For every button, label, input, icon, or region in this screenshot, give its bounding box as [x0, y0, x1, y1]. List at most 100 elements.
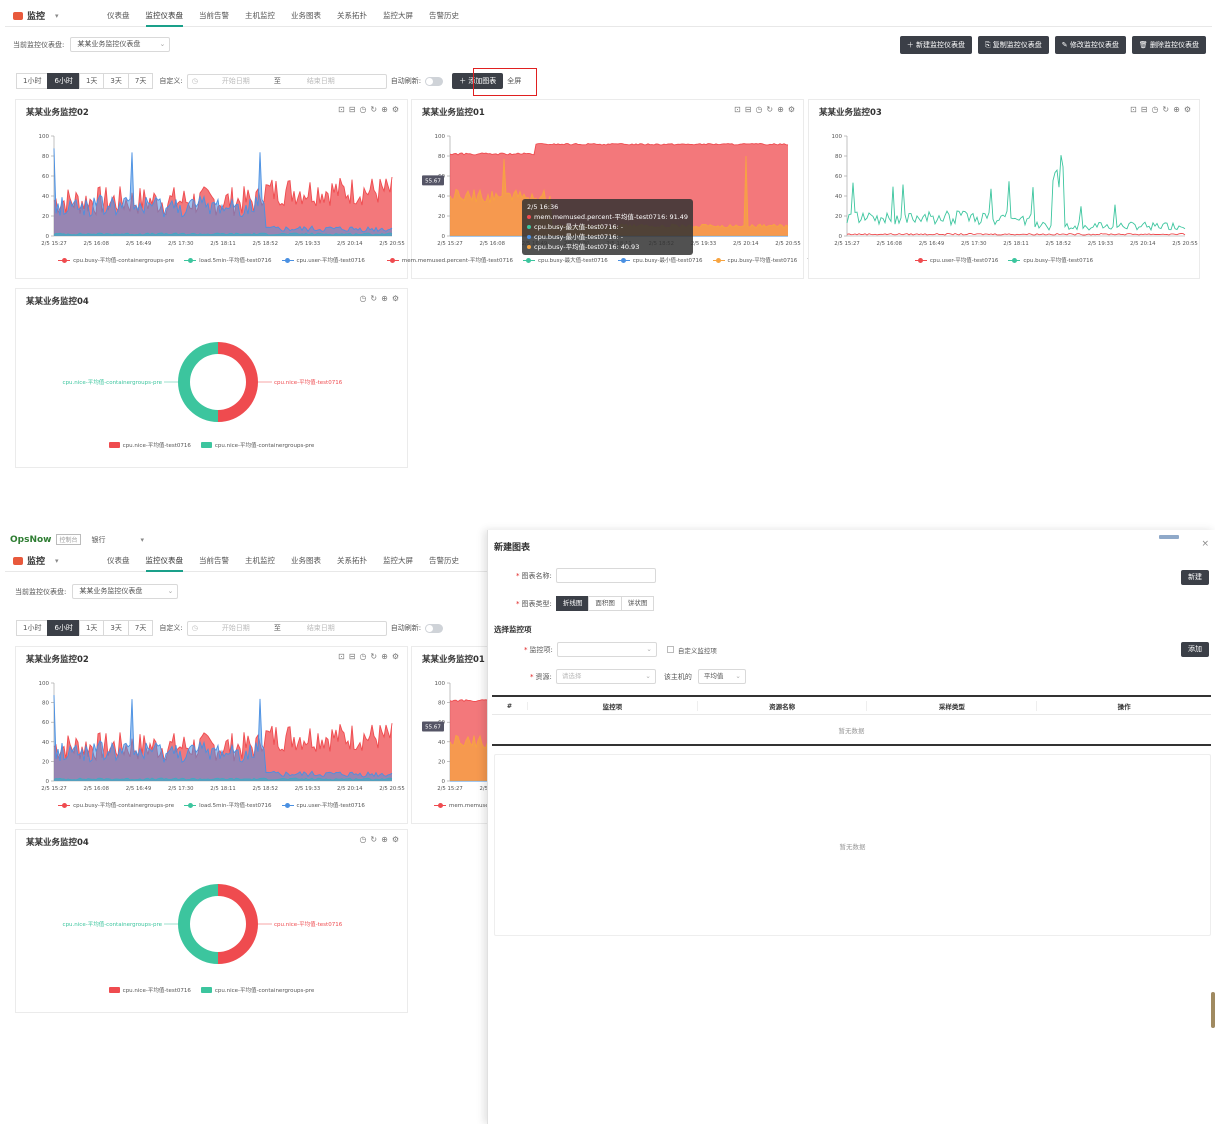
end-date[interactable]: 结束日期	[307, 76, 335, 86]
aggregate-select[interactable]: 平均值 ⌄	[697, 669, 746, 684]
type-line[interactable]: 折线图	[555, 596, 590, 611]
range-3d[interactable]: 3天	[103, 73, 129, 89]
donut-slice	[218, 342, 258, 422]
legend-label: cpu.nice-平均值-test0716	[122, 988, 191, 994]
start-date[interactable]: 开始日期	[222, 623, 250, 633]
delete-dashboard-button[interactable]: 🗑 删除监控仪表盘	[1131, 36, 1206, 54]
side-handle[interactable]	[1211, 992, 1215, 1028]
brand-logo: OpsNow	[10, 534, 52, 545]
nav-big-screen[interactable]: 监控大屏	[383, 550, 413, 572]
range-1d[interactable]: 1天	[78, 73, 105, 89]
metric-select[interactable]: ⌄	[556, 642, 657, 657]
nav-host-monitor[interactable]: 主机监控	[245, 5, 275, 27]
nav-host-monitor[interactable]: 主机监控	[245, 550, 275, 572]
y-tick-label: 100	[39, 134, 50, 140]
dashboard-select-value: 某某业务监控仪表盘	[79, 587, 143, 595]
new-dashboard-button[interactable]: ＋ 新建监控仪表盘	[899, 36, 972, 54]
edit-dashboard-button[interactable]: ✎ 修改监控仪表盘	[1054, 36, 1126, 54]
add-metric-button[interactable]: 添加	[1181, 642, 1209, 657]
chart-04-legend: cpu.nice-平均值-test0716 cpu.nice-平均值-contai…	[16, 441, 407, 449]
nav-big-screen[interactable]: 监控大屏	[383, 5, 413, 27]
legend-item[interactable]: cpu.user-平均值-test0716	[281, 256, 365, 264]
legend-item[interactable]: mem.memused.percent-平均值-test0716	[386, 256, 513, 264]
legend-item[interactable]: cpu.busy-平均值-test0716	[712, 256, 797, 264]
slice-label: cpu.nice-平均值-containergroups-pre	[63, 378, 163, 386]
copy-dashboard-button[interactable]: ⎘ 复制监控仪表盘	[977, 36, 1049, 54]
legend-item[interactable]: cpu.busy-平均值-test0716	[1008, 256, 1093, 264]
range-7d[interactable]: 7天	[127, 73, 154, 89]
legend-dot	[526, 257, 532, 263]
dashboard-label: 当前监控仪表盘:	[15, 587, 67, 596]
range-7d[interactable]: 7天	[127, 620, 154, 636]
custom-metric-checkbox[interactable]	[666, 646, 674, 653]
legend-item[interactable]: cpu.busy-最小值-test0716	[617, 256, 703, 264]
legend-marker	[434, 802, 446, 808]
legend-item[interactable]: cpu.user-平均值-test0716	[281, 801, 365, 809]
range-3d[interactable]: 3天	[103, 620, 129, 636]
monitor-logo-icon	[13, 11, 23, 20]
y-tick-label: 80	[438, 154, 445, 160]
legend-item[interactable]: cpu.nice-平均值-test0716	[108, 441, 191, 449]
y-tick-label: 40	[438, 740, 445, 746]
nav-alert-history[interactable]: 告警历史	[429, 550, 459, 572]
end-date[interactable]: 结束日期	[307, 623, 335, 633]
legend-item[interactable]: cpu.busy-最大值-test0716	[522, 256, 608, 264]
type-pie[interactable]: 饼状图	[620, 596, 655, 611]
chart-02-legend: cpu.busy-平均值-containergroups-pre load.5mi…	[16, 256, 407, 264]
legend-item[interactable]: cpu.nice-平均值-test0716	[108, 986, 191, 994]
legend-item[interactable]: cpu.busy-平均值-containergroups-pre	[58, 256, 174, 264]
legend-item[interactable]: cpu.busy-平均值-containergroups-pre	[58, 801, 174, 809]
auto-refresh-toggle[interactable]	[425, 76, 444, 86]
y-tick-label: 20	[438, 759, 445, 765]
x-tick-label: 2/5 16:49	[126, 241, 151, 247]
top-screenshot: 监控 ▾ 仪表盘 监控仪表盘 当前告警 主机监控 业务图表 关系拓扑 监控大屏 告…	[5, 5, 1212, 525]
legend-item[interactable]: cpu.nice-平均值-containergroups-pre	[200, 986, 314, 994]
drag-handle[interactable]	[1159, 535, 1179, 539]
axis-pointer-text: 55.67	[425, 725, 441, 731]
legend-item[interactable]: cpu.user-平均值-test0716	[914, 256, 998, 264]
x-tick-label: 2/5 18:52	[253, 241, 278, 247]
range-1h[interactable]: 1小时	[16, 73, 49, 89]
nav-monitor-dashboard[interactable]: 监控仪表盘	[145, 550, 183, 572]
donut-slice	[178, 342, 218, 422]
nav-topology[interactable]: 关系拓扑	[337, 5, 367, 27]
legend-item[interactable]: load.5min-平均值-test0716	[184, 256, 272, 264]
auto-refresh-toggle[interactable]	[425, 623, 444, 633]
range-6h[interactable]: 6小时	[47, 620, 80, 636]
nav-business-charts[interactable]: 业务图表	[291, 5, 321, 27]
start-date[interactable]: 开始日期	[222, 76, 250, 86]
dashboard-select[interactable]: 某某业务监控仪表盘 ⌄	[70, 37, 171, 52]
date-range-input[interactable]: ◷ 开始日期 至 结束日期	[186, 620, 387, 636]
legend-dot	[285, 802, 290, 808]
date-range-input[interactable]: ◷ 开始日期 至 结束日期	[186, 73, 387, 89]
nav-current-alerts[interactable]: 当前告警	[199, 5, 229, 27]
close-icon[interactable]: ×	[1201, 539, 1209, 549]
range-6h[interactable]: 6小时	[47, 73, 80, 89]
legend-item[interactable]: cpu.nice-平均值-containergroups-pre	[200, 441, 314, 449]
legend-dot	[390, 257, 396, 263]
nav-alert-history[interactable]: 告警历史	[429, 5, 459, 27]
nav-dashboard[interactable]: 仪表盘	[107, 5, 130, 27]
nav-business-charts[interactable]: 业务图表	[291, 550, 321, 572]
org-select[interactable]: 银行	[92, 535, 106, 545]
chart-name-row: * 图表名称:	[516, 568, 656, 583]
nav-monitor-dashboard[interactable]: 监控仪表盘	[145, 5, 183, 27]
create-button[interactable]: 新建	[1181, 570, 1209, 585]
nav-dashboard[interactable]: 仪表盘	[107, 550, 130, 572]
chart-name-input[interactable]	[555, 568, 656, 583]
app-switcher[interactable]: 监控 ▾	[13, 554, 91, 567]
range-1d[interactable]: 1天	[78, 620, 105, 636]
legend-dot	[187, 257, 193, 263]
legend-label: cpu.busy-最大值-test0716	[537, 258, 608, 264]
chevron-down-icon: ⌄	[645, 672, 651, 680]
nav-topology[interactable]: 关系拓扑	[337, 550, 367, 572]
nav-current-alerts[interactable]: 当前告警	[199, 550, 229, 572]
type-area[interactable]: 面积图	[588, 596, 622, 611]
dashboard-select[interactable]: 某某业务监控仪表盘 ⌄	[72, 584, 179, 599]
range-1h[interactable]: 1小时	[16, 620, 49, 636]
legend-dot	[187, 802, 193, 808]
legend-label: cpu.busy-平均值-containergroups-pre	[73, 803, 175, 809]
resource-select[interactable]: 请选择 ⌄	[555, 669, 656, 684]
app-switcher[interactable]: 监控 ▾	[13, 9, 91, 22]
legend-item[interactable]: load.5min-平均值-test0716	[184, 801, 272, 809]
